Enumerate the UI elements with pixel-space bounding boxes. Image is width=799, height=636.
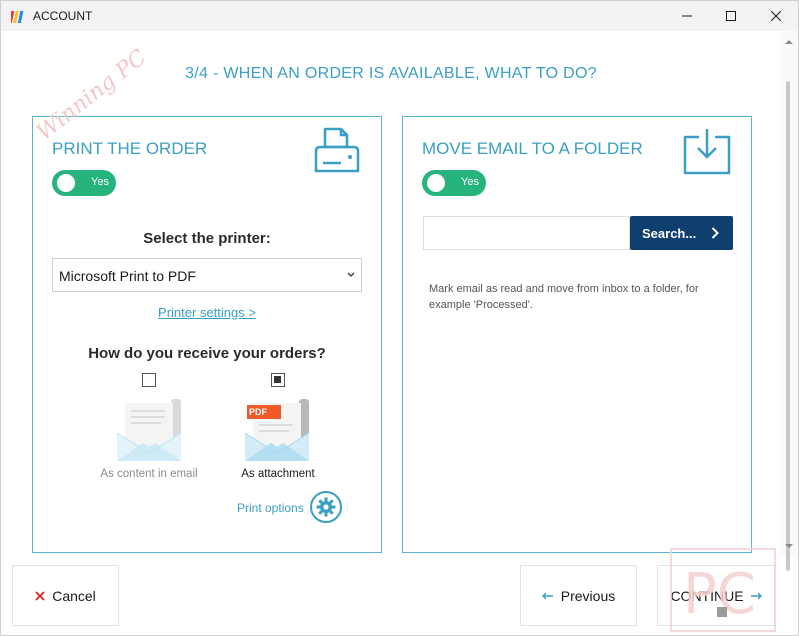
close-icon xyxy=(771,11,781,21)
window-title: ACCOUNT xyxy=(33,9,93,23)
title-bar: ACCOUNT xyxy=(1,1,798,31)
move-email-toggle[interactable]: Yes xyxy=(422,170,486,196)
print-order-panel: PRINT THE ORDER Yes Select the printer: … xyxy=(32,116,382,553)
step-title: 3/4 - WHEN AN ORDER IS AVAILABLE, WHAT T… xyxy=(185,65,597,82)
select-printer-label: Select the printer: xyxy=(143,230,271,247)
print-options-link[interactable]: Print options xyxy=(237,501,304,515)
arrow-right-icon xyxy=(750,592,762,600)
chevron-down-icon xyxy=(347,272,355,277)
cancel-button[interactable]: Cancel xyxy=(12,565,119,626)
maximize-button[interactable] xyxy=(708,1,754,31)
close-x-icon xyxy=(35,590,45,601)
toggle-label: Yes xyxy=(461,176,479,188)
toggle-knob xyxy=(57,174,75,192)
move-email-panel: MOVE EMAIL TO A FOLDER Yes Search... Mar… xyxy=(402,116,752,553)
app-logo-icon xyxy=(11,11,24,23)
printer-icon xyxy=(314,127,360,173)
search-folder-button[interactable]: Search... xyxy=(630,216,733,250)
print-panel-title: PRINT THE ORDER xyxy=(52,139,208,158)
printer-settings-link[interactable]: Printer settings > xyxy=(33,305,381,320)
attachment-checkbox[interactable] xyxy=(271,373,285,387)
folder-input[interactable] xyxy=(423,216,630,250)
chevron-right-icon xyxy=(711,227,719,239)
content-in-email-checkbox[interactable] xyxy=(142,373,156,387)
printer-select[interactable]: Microsoft Print to PDF xyxy=(52,258,362,292)
minimize-icon xyxy=(682,15,692,17)
close-button[interactable] xyxy=(753,1,799,31)
email-panel-title: MOVE EMAIL TO A FOLDER xyxy=(422,139,643,158)
account-window: ACCOUNT 3/4 - WHEN AN ORDER IS AVAILABLE… xyxy=(0,0,799,636)
arrow-left-icon xyxy=(541,592,554,600)
printer-settings-text: Printer settings > xyxy=(158,305,256,320)
search-button-label: Search... xyxy=(642,225,697,241)
gear-icon xyxy=(316,497,336,517)
scroll-down-icon[interactable] xyxy=(784,541,794,551)
print-toggle[interactable]: Yes xyxy=(52,170,116,196)
folder-download-icon xyxy=(683,129,731,175)
printer-select-value: Microsoft Print to PDF xyxy=(59,268,196,284)
toggle-knob xyxy=(427,174,445,192)
continue-button[interactable]: CONTINUE xyxy=(657,565,775,626)
scroll-thumb[interactable] xyxy=(786,81,790,571)
cancel-label: Cancel xyxy=(52,587,96,604)
email-content-icon xyxy=(117,399,182,461)
print-options-button[interactable] xyxy=(310,491,342,523)
receive-orders-heading: How do you receive your orders? xyxy=(88,345,326,362)
scroll-up-icon[interactable] xyxy=(784,37,794,47)
previous-button[interactable]: Previous xyxy=(520,565,637,626)
attachment-label: As attachment xyxy=(241,468,315,480)
toggle-label: Yes xyxy=(91,176,109,188)
vertical-scrollbar[interactable] xyxy=(780,31,798,571)
move-email-hint: Mark email as read and move from inbox t… xyxy=(429,283,699,311)
print-options-text: Print options xyxy=(237,501,304,515)
continue-label: CONTINUE xyxy=(670,587,744,604)
pdf-badge: PDF xyxy=(249,407,267,417)
minimize-button[interactable] xyxy=(664,1,710,31)
maximize-icon xyxy=(726,11,736,21)
previous-label: Previous xyxy=(560,587,616,604)
